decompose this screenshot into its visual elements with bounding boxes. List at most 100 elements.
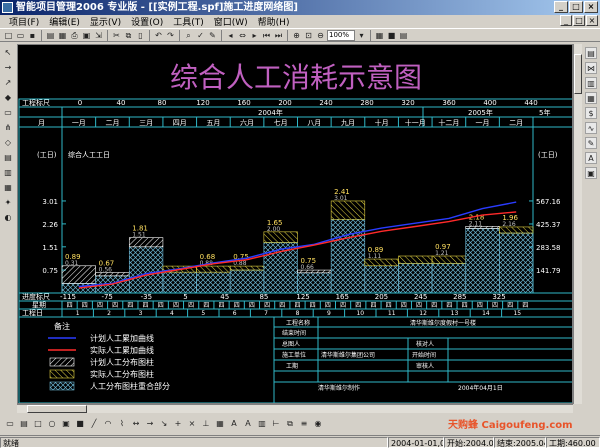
polyline-tool-icon[interactable]: ⌇ (116, 418, 128, 430)
view-network-icon[interactable]: ⋈ (585, 62, 597, 74)
layer-tool-icon[interactable]: ▤ (18, 418, 30, 430)
line-tool-icon[interactable]: ╱ (88, 418, 100, 430)
view-resource-icon[interactable]: ▥ (585, 77, 597, 89)
chart-canvas[interactable]: 综合人工消耗示意图 工程标尺 0 40 80 120 160 200 240 280 320 36… (17, 44, 573, 404)
split-icon[interactable]: ⋔ (2, 122, 14, 134)
print-icon[interactable]: ⎙ (69, 30, 80, 41)
table-tool-icon[interactable]: ▥ (256, 418, 268, 430)
info-date: 2004年04月1日 (458, 384, 503, 392)
resource-icon[interactable]: ▥ (2, 167, 14, 179)
calendar-icon[interactable]: ▤ (398, 30, 409, 41)
preview-icon[interactable]: ▣ (81, 30, 92, 41)
overlap-bar (128, 246, 164, 294)
grid-icon[interactable]: ▦ (374, 30, 385, 41)
move-right-icon[interactable]: ▸ (249, 30, 260, 41)
child-minimize-button[interactable]: _ (560, 15, 572, 26)
text-tool-icon[interactable]: A (228, 418, 240, 430)
y-tick-right: 567.16 (536, 198, 561, 206)
export-icon[interactable]: ⇲ (93, 30, 104, 41)
arrow-tool-icon[interactable]: → (144, 418, 156, 430)
color-tool-icon[interactable]: ◉ (312, 418, 324, 430)
task-icon[interactable]: ▭ (2, 107, 14, 119)
link-icon[interactable]: ↗ (2, 77, 14, 89)
redo-icon[interactable]: ↷ (165, 30, 176, 41)
maximize-button[interactable]: □ (569, 1, 583, 13)
check-icon[interactable]: ✓ (195, 30, 206, 41)
menu-window[interactable]: 窗口(W) (209, 15, 253, 28)
overlap-bar (431, 263, 467, 294)
pointer-icon[interactable]: ↖ (2, 47, 14, 59)
first-icon[interactable]: ⏮ (261, 30, 272, 41)
overlap-bar (330, 219, 366, 294)
left-toolbar: ↖ → ↗ ◆ ▭ ⋔ ◇ ▤ ▥ ▦ ✦ ◐ (0, 43, 16, 435)
menu-project[interactable]: 项目(F) (4, 15, 44, 28)
connector-tool-icon[interactable]: ⊢ (270, 418, 282, 430)
progress-tick: -115 (60, 293, 76, 301)
minimize-button[interactable]: _ (554, 1, 568, 13)
find-icon[interactable]: ⌕ (183, 30, 194, 41)
view-calendar-icon[interactable]: ▦ (585, 92, 597, 104)
properties-icon[interactable]: ▤ (45, 30, 56, 41)
menu-settings[interactable]: 设置(O) (126, 15, 168, 28)
zoom-actual-icon[interactable]: ⊡ (303, 30, 314, 41)
diag-tool-icon[interactable]: ↘ (158, 418, 170, 430)
move-left-icon[interactable]: ◂ (225, 30, 236, 41)
milestone-icon[interactable]: ◇ (2, 137, 14, 149)
cut-icon[interactable]: ✂ (111, 30, 122, 41)
view-gantt-icon[interactable]: ▤ (585, 47, 597, 59)
undo-icon[interactable]: ↶ (153, 30, 164, 41)
fit-width-icon[interactable]: ⇔ (237, 30, 248, 41)
view-text-icon[interactable]: A (585, 152, 597, 164)
dimension-tool-icon[interactable]: ↔ (130, 418, 142, 430)
arc-tool-icon[interactable]: ◠ (102, 418, 114, 430)
pin-icon[interactable]: ✎ (207, 30, 218, 41)
last-icon[interactable]: ⏭ (273, 30, 284, 41)
workday-cell: 3 (139, 310, 143, 317)
pie-icon[interactable]: ◐ (2, 212, 14, 224)
ellipse-tool-icon[interactable]: ○ (46, 418, 58, 430)
grid-tool-icon[interactable]: ▦ (214, 418, 226, 430)
week-cell: 四 (325, 302, 331, 309)
zoom-dropdown-icon[interactable]: ▾ (356, 30, 367, 41)
rect-tool-icon[interactable]: □ (32, 418, 44, 430)
new-icon[interactable]: □ (3, 30, 14, 41)
align-tool-icon[interactable]: ≡ (298, 418, 310, 430)
multiply-tool-icon[interactable]: × (186, 418, 198, 430)
zoom-in-icon[interactable]: ⊕ (291, 30, 302, 41)
menu-view[interactable]: 显示(V) (85, 15, 126, 28)
zoom-select[interactable]: 100% (327, 29, 355, 41)
fill-tool-icon[interactable]: ■ (74, 418, 86, 430)
legend-panel: 备注 计划人工累加曲线 实际人工累加曲线 计划人工分布图柱 实际人工分布图柱 人… (48, 317, 275, 403)
layer-icon[interactable]: ▤ (2, 152, 14, 164)
sheet-icon[interactable]: ▦ (57, 30, 68, 41)
select-tool-icon[interactable]: ▭ (4, 418, 16, 430)
view-curve-icon[interactable]: ∿ (585, 122, 597, 134)
wand-icon[interactable]: ✦ (2, 197, 14, 209)
save-icon[interactable]: ▪ (27, 30, 38, 41)
text-v-tool-icon[interactable]: Ａ (242, 418, 254, 430)
table-icon[interactable]: ▦ (2, 182, 14, 194)
view-report-icon[interactable]: ▣ (585, 167, 597, 179)
close-button[interactable]: × (584, 1, 598, 13)
ruler-tool-icon[interactable]: ⊥ (200, 418, 212, 430)
menu-help[interactable]: 帮助(H) (253, 15, 295, 28)
menu-edit[interactable]: 编辑(E) (44, 15, 85, 28)
arrow-icon[interactable]: → (2, 62, 14, 74)
scale-tick: 0 (78, 99, 82, 107)
group-tool-icon[interactable]: ⧉ (284, 418, 296, 430)
copy-icon[interactable]: ⧉ (123, 30, 134, 41)
paste-icon[interactable]: ▯ (135, 30, 146, 41)
zoom-out-icon[interactable]: ⊖ (315, 30, 326, 41)
child-restore-button[interactable]: □ (573, 15, 585, 26)
vertical-scrollbar[interactable] (573, 44, 582, 404)
node-icon[interactable]: ◆ (2, 92, 14, 104)
color-icon[interactable]: ■ (386, 30, 397, 41)
horizontal-scrollbar[interactable] (17, 404, 573, 413)
cross-tool-icon[interactable]: + (172, 418, 184, 430)
view-draw-icon[interactable]: ✎ (585, 137, 597, 149)
open-icon[interactable]: ▭ (15, 30, 26, 41)
view-cost-icon[interactable]: $ (585, 107, 597, 119)
child-close-button[interactable]: × (586, 15, 598, 26)
menu-tools[interactable]: 工具(T) (168, 15, 209, 28)
image-tool-icon[interactable]: ▣ (60, 418, 72, 430)
